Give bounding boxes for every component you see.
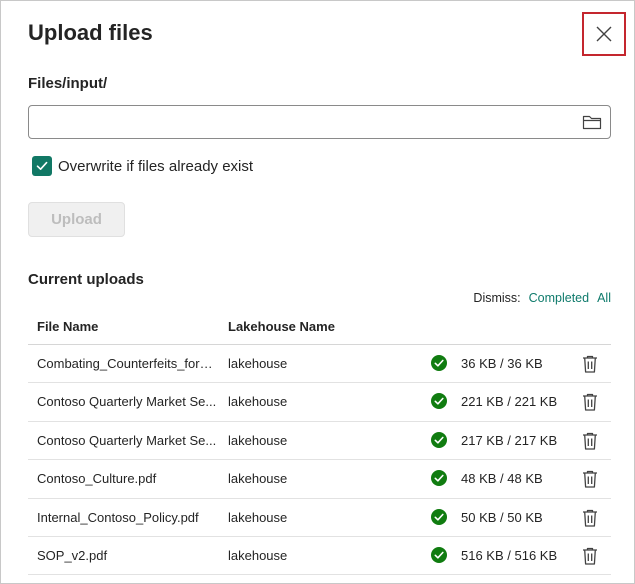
- overwrite-checkbox[interactable]: [32, 156, 52, 176]
- column-lakehouse-name: Lakehouse Name: [228, 319, 335, 334]
- file-name-cell: Combating_Counterfeits_for_...: [37, 356, 217, 371]
- size-cell: 217 KB / 217 KB: [461, 432, 558, 448]
- table-row: Contoso_Culture.pdf lakehouse 48 KB / 48…: [28, 460, 611, 499]
- table-row: Contoso Quarterly Market Se... lakehouse…: [28, 383, 611, 422]
- column-file-name: File Name: [37, 319, 99, 334]
- size-cell: 50 KB / 50 KB: [461, 509, 543, 525]
- table-row: Combating_Counterfeits_for_... lakehouse…: [28, 345, 611, 384]
- table-row: SOP_v2.pdf lakehouse 516 KB / 516 KB: [28, 537, 611, 576]
- success-check-icon: [431, 546, 447, 563]
- lakehouse-cell: lakehouse: [228, 356, 288, 371]
- upload-files-dialog: Upload files Files/input/ Overwrite if f…: [0, 0, 635, 584]
- overwrite-option[interactable]: Overwrite if files already exist: [32, 156, 253, 176]
- size-cell: 36 KB / 36 KB: [461, 356, 543, 371]
- lakehouse-cell: lakehouse: [228, 471, 288, 487]
- table-row: Contoso Quarterly Market Se... lakehouse…: [28, 422, 611, 461]
- file-path-input[interactable]: [37, 112, 581, 134]
- dialog-title: Upload files: [28, 20, 153, 45]
- file-name-cell: Contoso Quarterly Market Se...: [37, 432, 217, 448]
- success-check-icon: [431, 393, 447, 410]
- dismiss-label: Dismiss:: [473, 291, 521, 305]
- lakehouse-cell: lakehouse: [228, 509, 288, 525]
- file-name-cell: Internal_Contoso_Policy.pdf: [37, 509, 199, 525]
- success-check-icon: [431, 470, 447, 487]
- size-cell: 221 KB / 221 KB: [461, 394, 558, 410]
- trash-icon[interactable]: [581, 431, 599, 451]
- overwrite-label[interactable]: Overwrite if files already exist: [58, 158, 253, 175]
- lakehouse-cell: lakehouse: [228, 394, 288, 410]
- trash-icon[interactable]: [581, 354, 599, 374]
- dismiss-controls: Dismiss: Completed All: [473, 291, 611, 305]
- trash-icon[interactable]: [581, 392, 599, 412]
- success-check-icon: [431, 431, 447, 448]
- trash-icon[interactable]: [581, 508, 599, 528]
- current-uploads-heading: Current uploads: [28, 271, 144, 288]
- uploads-table-header: File Name Lakehouse Name: [28, 311, 611, 345]
- file-name-cell: Contoso_Culture.pdf: [37, 471, 157, 487]
- dismiss-all-link[interactable]: All: [597, 291, 611, 305]
- dismiss-completed-link[interactable]: Completed: [529, 291, 589, 305]
- close-icon: [596, 26, 612, 42]
- upload-path-label: Files/input/: [28, 75, 108, 92]
- folder-icon[interactable]: [582, 113, 602, 131]
- success-check-icon: [431, 355, 447, 371]
- table-row: Internal_Contoso_Policy.pdf lakehouse 50…: [28, 499, 611, 537]
- size-cell: 48 KB / 48 KB: [461, 471, 543, 487]
- checkmark-icon: [36, 161, 48, 170]
- close-button[interactable]: [582, 12, 626, 56]
- trash-icon[interactable]: [581, 469, 599, 489]
- lakehouse-cell: lakehouse: [228, 432, 288, 448]
- uploads-table-body: Combating_Counterfeits_for_... lakehouse…: [28, 345, 611, 576]
- size-cell: 516 KB / 516 KB: [461, 547, 558, 563]
- lakehouse-cell: lakehouse: [228, 547, 288, 563]
- upload-button[interactable]: Upload: [28, 202, 125, 237]
- trash-icon[interactable]: [581, 546, 599, 566]
- success-check-icon: [431, 508, 447, 525]
- file-name-cell: SOP_v2.pdf: [37, 547, 108, 563]
- file-picker-field[interactable]: [28, 105, 611, 139]
- file-name-cell: Contoso Quarterly Market Se...: [37, 394, 217, 410]
